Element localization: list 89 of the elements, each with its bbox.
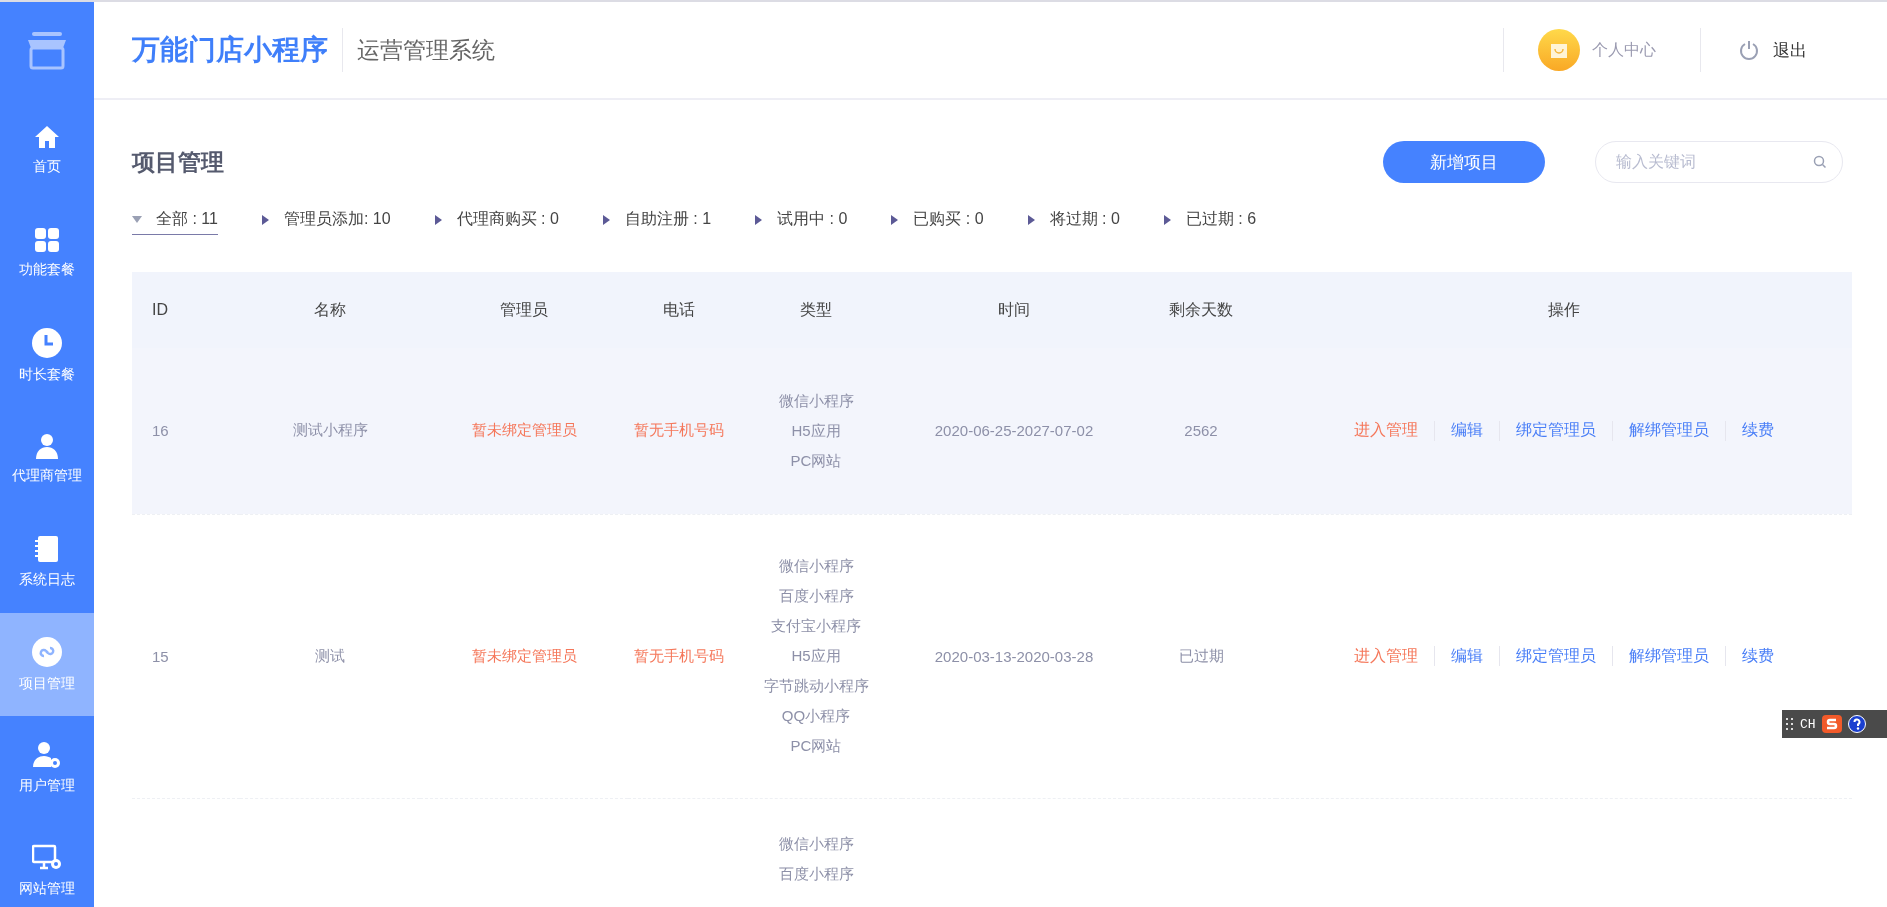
add-project-button[interactable]: 新增项目 xyxy=(1383,141,1545,183)
caret-right-icon xyxy=(891,214,900,225)
caret-right-icon xyxy=(261,214,270,225)
caret-right-icon xyxy=(755,214,764,225)
grip-icon xyxy=(1786,717,1794,731)
sidebar-item[interactable]: 用户管理 xyxy=(0,716,94,819)
filter-tab[interactable]: 已购买 : 0 xyxy=(891,205,984,235)
type-label: 微信小程序 xyxy=(777,556,855,576)
logout-button[interactable]: 退出 xyxy=(1739,38,1807,62)
caret-right-icon xyxy=(434,214,443,225)
filter-tab[interactable]: 管理员添加: 10 xyxy=(261,205,391,235)
table-cell: 测试小程序 xyxy=(292,421,368,439)
page-title: 项目管理 xyxy=(132,147,224,177)
user-gear-icon xyxy=(32,740,62,769)
action-link[interactable]: 编辑 xyxy=(1451,645,1483,667)
type-label: 字节跳动小程序 xyxy=(762,676,870,696)
type-label: 微信小程序 xyxy=(777,390,855,411)
table-cell: 暂无手机号码 xyxy=(634,421,724,439)
type-label: 百度小程序 xyxy=(777,586,855,606)
action-link[interactable]: 续费 xyxy=(1742,420,1774,442)
column-header: 时间 xyxy=(998,300,1030,318)
clock-icon xyxy=(32,327,62,358)
table-cell: 暂未绑定管理员 xyxy=(471,421,577,439)
action-link[interactable]: 绑定管理员 xyxy=(1516,420,1596,442)
filter-tab[interactable]: 全部 : 11 xyxy=(132,205,218,235)
table-cell: 15 xyxy=(152,647,169,665)
type-label: 微信小程序 xyxy=(777,833,855,854)
sidebar-item[interactable]: 首页 xyxy=(0,98,94,201)
table-cell: 16 xyxy=(152,422,169,440)
help-icon xyxy=(1847,715,1866,733)
column-header: 名称 xyxy=(314,300,346,318)
action-link[interactable]: 解绑管理员 xyxy=(1629,645,1709,667)
action-link[interactable]: 进入管理 xyxy=(1354,645,1418,667)
ime-language: CH xyxy=(1800,716,1816,732)
action-link[interactable]: 编辑 xyxy=(1451,420,1483,442)
person-icon xyxy=(34,432,60,459)
column-header: ID xyxy=(152,301,168,318)
caret-right-icon xyxy=(1027,214,1036,225)
filter-tab[interactable]: 代理商购买 : 0 xyxy=(434,205,559,235)
filter-tab[interactable]: 自助注册 : 1 xyxy=(602,205,712,235)
table-cell: 暂未绑定管理员 xyxy=(471,646,577,664)
table-row[interactable]: 16 测试小程序 暂未绑定管理员 暂无手机号码 微信小程序 H5应用 PC网站 2020-06-25-2027-07-02 2562 进入管理 编辑 绑定管理员 解绑管理员 续费 xyxy=(132,348,1852,514)
type-label: H5应用 xyxy=(790,646,842,666)
table-cell: 2020-03-13-2020-03-28 xyxy=(934,647,1094,665)
filter-tab[interactable]: 已过期 : 6 xyxy=(1163,205,1257,235)
sidebar-item[interactable]: 时长套餐 xyxy=(0,304,94,407)
caret-right-icon xyxy=(602,214,611,225)
app-subtitle: 运营管理系统 xyxy=(357,35,495,65)
filter-tab[interactable]: 试用中 : 0 xyxy=(755,205,848,235)
type-label: 百度小程序 xyxy=(777,863,855,884)
table-row[interactable]: 微信小程序 百度小程序 xyxy=(132,798,1852,907)
action-link[interactable]: 续费 xyxy=(1742,645,1774,667)
sidebar-item[interactable]: 系统日志 xyxy=(0,510,94,613)
table-cell: 暂无手机号码 xyxy=(634,646,724,664)
input-method-icon xyxy=(1821,715,1842,733)
app-title: 万能门店小程序 xyxy=(132,33,328,67)
table-cell: 测试 xyxy=(315,646,345,664)
type-label: H5应用 xyxy=(790,420,842,441)
column-header: 类型 xyxy=(800,300,832,318)
column-header: 操作 xyxy=(1548,300,1580,318)
table-cell: 2562 xyxy=(1184,422,1218,440)
sidebar-item[interactable]: 功能套餐 xyxy=(0,201,94,304)
type-label: PC网站 xyxy=(789,450,843,471)
filter-tab[interactable]: 将过期 : 0 xyxy=(1027,205,1120,235)
column-header: 电话 xyxy=(663,300,695,318)
sidebar-item[interactable]: 代理商管理 xyxy=(0,407,94,510)
sidebar-item[interactable]: 网站管理 xyxy=(0,819,94,907)
caret-right-icon xyxy=(1163,214,1172,225)
type-label: QQ小程序 xyxy=(780,706,852,726)
search-field[interactable]: 输入关键词 xyxy=(1595,141,1843,183)
table-cell: 2020-06-25-2027-07-02 xyxy=(934,422,1094,440)
caret-down-icon xyxy=(132,215,142,224)
grid-icon xyxy=(34,226,60,253)
type-label: 支付宝小程序 xyxy=(770,616,862,636)
power-icon xyxy=(1739,40,1759,60)
action-link[interactable]: 解绑管理员 xyxy=(1629,420,1709,442)
search-icon xyxy=(1813,155,1827,169)
column-header: 剩余天数 xyxy=(1169,300,1233,318)
action-link[interactable]: 进入管理 xyxy=(1354,420,1418,442)
user-center-link[interactable]: 个人中心 xyxy=(1538,29,1656,71)
type-label: PC网站 xyxy=(789,736,843,756)
sidebar-item[interactable]: 项目管理 xyxy=(0,613,94,716)
shopping-bag-icon xyxy=(1538,29,1580,71)
home-icon xyxy=(34,123,60,150)
notebook-icon xyxy=(34,534,60,563)
table-cell: 已过期 xyxy=(1178,646,1224,664)
action-link[interactable]: 绑定管理员 xyxy=(1516,645,1596,667)
monitor-gear-icon xyxy=(32,843,62,872)
column-header: 管理员 xyxy=(500,300,548,318)
